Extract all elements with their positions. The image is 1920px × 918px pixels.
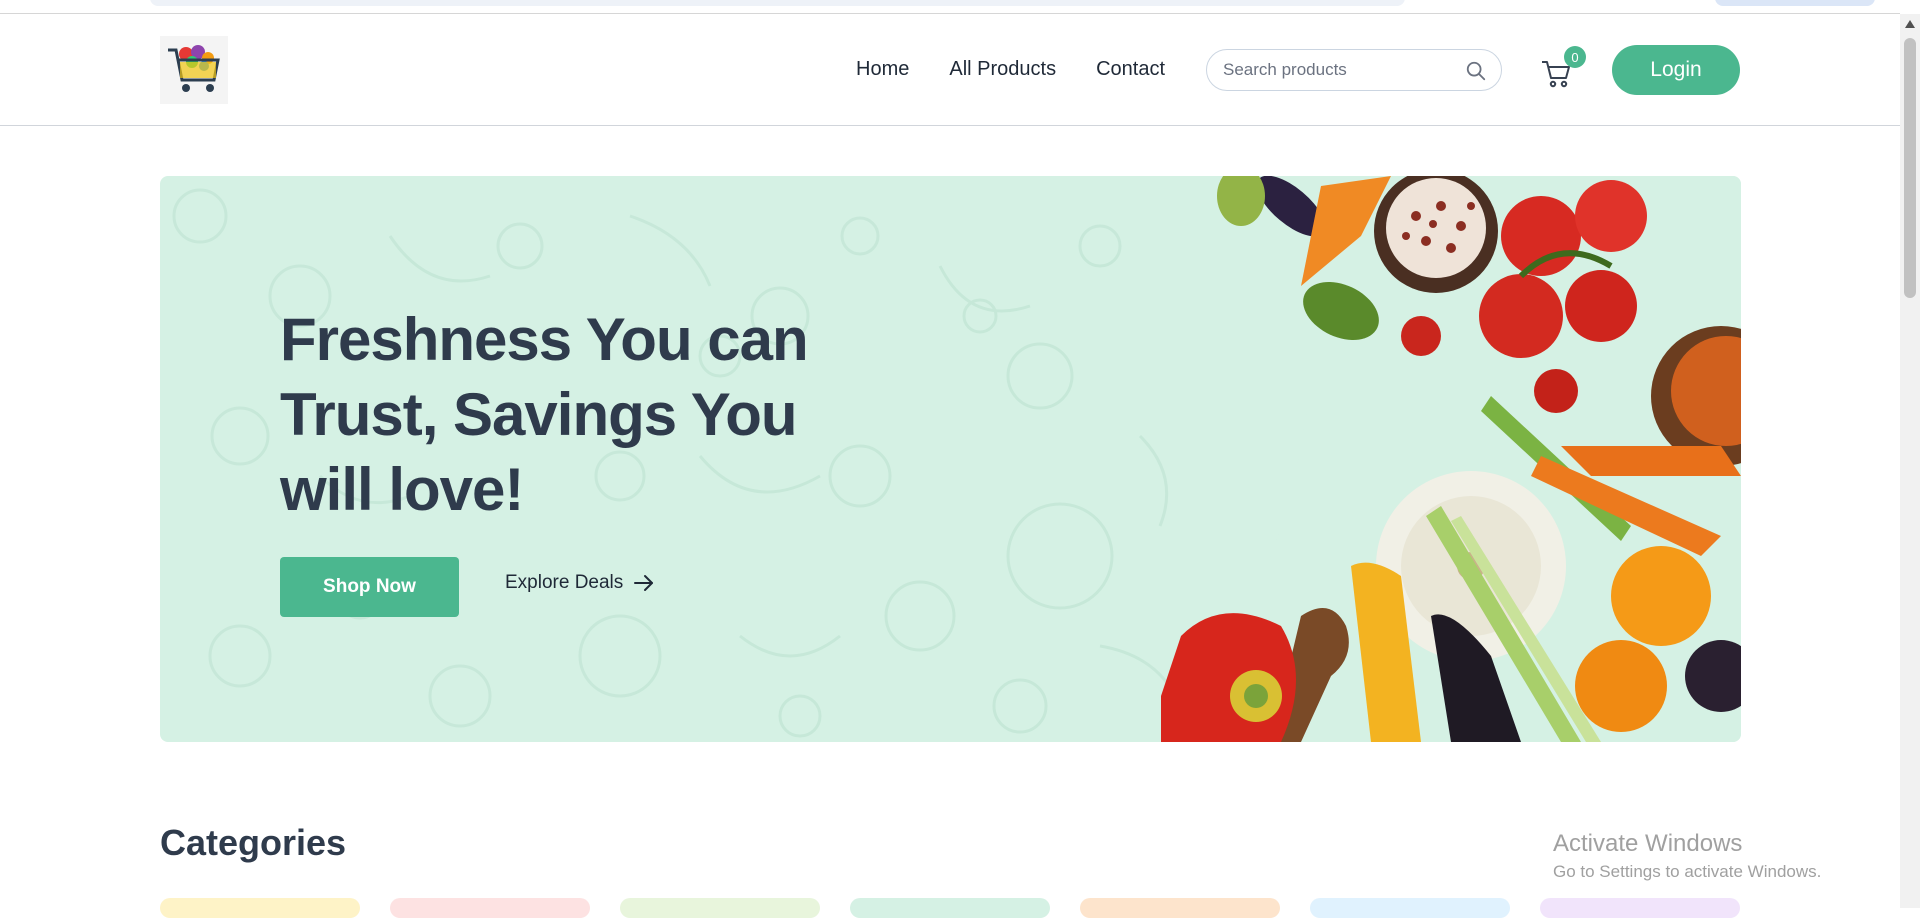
hero-title: Freshness You can Trust, Savings You wil… — [280, 306, 809, 523]
search-input[interactable] — [1221, 50, 1461, 90]
cart-count-badge: 0 — [1564, 46, 1586, 68]
search-icon[interactable] — [1465, 60, 1487, 82]
search-box — [1206, 49, 1502, 91]
category-card[interactable] — [160, 898, 360, 918]
category-card[interactable] — [620, 898, 820, 918]
page-scrollbar[interactable] — [1900, 14, 1920, 908]
category-card[interactable] — [390, 898, 590, 918]
shop-now-button[interactable]: Shop Now — [280, 557, 459, 617]
activate-windows-title: Activate Windows — [1553, 830, 1743, 857]
site-logo[interactable] — [160, 36, 228, 104]
main-nav: Home All Products Contact — [856, 58, 1165, 81]
category-card[interactable] — [1080, 898, 1280, 918]
shopping-cart-logo-icon — [168, 45, 220, 92]
vegetables-image — [1161, 176, 1741, 742]
login-button[interactable]: Login — [1612, 45, 1740, 95]
browser-top-strip — [0, 0, 1900, 14]
category-card[interactable] — [850, 898, 1050, 918]
nav-contact[interactable]: Contact — [1096, 58, 1165, 81]
scrollbar-thumb[interactable] — [1904, 38, 1916, 298]
category-card[interactable] — [1310, 898, 1510, 918]
arrow-right-icon — [634, 575, 654, 591]
address-bar-remnant — [150, 0, 1405, 6]
explore-deals-link[interactable]: Explore Deals — [505, 572, 655, 594]
categories-heading: Categories — [160, 822, 347, 863]
activate-windows-subtitle: Go to Settings to activate Windows. — [1553, 862, 1822, 881]
nav-home[interactable]: Home — [856, 58, 909, 81]
category-card[interactable] — [1540, 898, 1740, 918]
site-header: Home All Products Contact 0 Login — [0, 14, 1900, 126]
scroll-up-arrow-icon[interactable] — [1905, 20, 1915, 28]
toolbar-button-remnant — [1715, 0, 1875, 6]
explore-deals-label: Explore Deals — [505, 572, 624, 593]
nav-all-products[interactable]: All Products — [949, 58, 1056, 81]
hero-banner: Freshness You can Trust, Savings You wil… — [160, 176, 1741, 742]
cart-button[interactable]: 0 — [1540, 46, 1586, 90]
activate-windows-watermark: Activate Windows Go to Settings to activ… — [1553, 830, 1821, 882]
